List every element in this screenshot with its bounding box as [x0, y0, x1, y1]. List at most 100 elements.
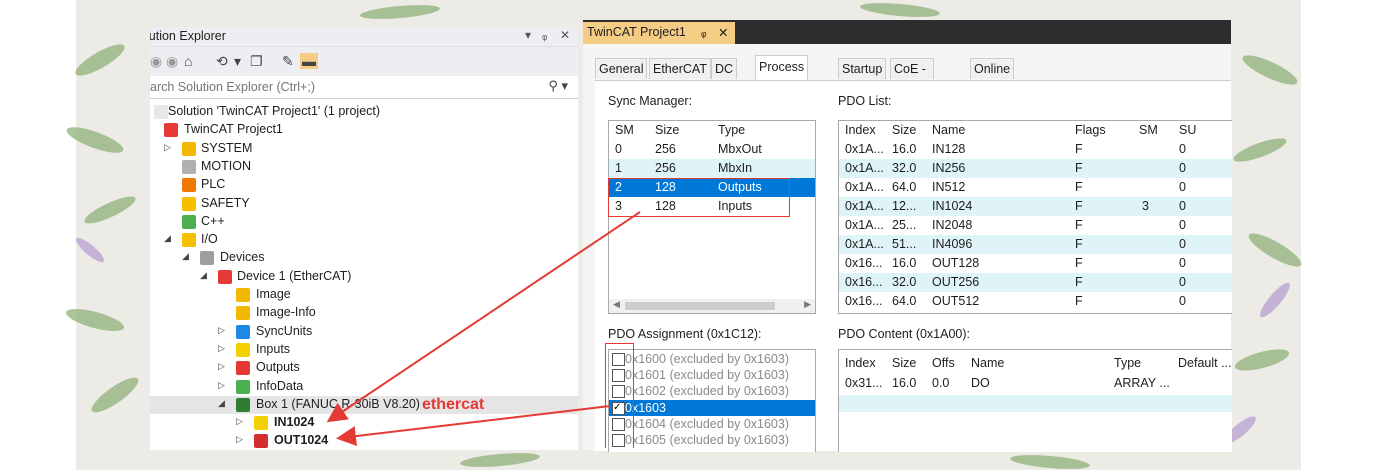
copy-icon[interactable]: ❐	[250, 53, 263, 70]
tree-item[interactable]: ▷ InfoData	[150, 378, 578, 396]
horizontal-scrollbar[interactable]: ◀ ▶	[609, 299, 815, 313]
cell: 0x16...	[845, 275, 883, 289]
table-row[interactable]: 0x16... 32.0 OUT256 F 0	[839, 273, 1232, 292]
tree-item[interactable]: ▷ SYSTEM	[150, 140, 578, 158]
expanded-arrow-icon[interactable]: ◢	[164, 233, 171, 244]
expanded-arrow-icon[interactable]: ◢	[182, 251, 189, 262]
table-row[interactable]: 1 256 MbxIn	[609, 159, 815, 178]
collapsed-arrow-icon[interactable]: ▷	[218, 325, 225, 336]
collapsed-arrow-icon[interactable]: ▷	[218, 361, 225, 372]
tree-item[interactable]: C++	[150, 213, 578, 231]
cell: F	[1075, 180, 1083, 194]
tree-item-label: Outputs	[256, 360, 300, 375]
motion-icon	[182, 159, 196, 174]
cell: 0	[1179, 199, 1186, 213]
cell: 0x1A...	[845, 218, 884, 232]
tab-coe-online[interactable]: CoE - Online	[890, 58, 935, 96]
scroll-thumb[interactable]	[625, 302, 775, 310]
cell: F	[1075, 199, 1083, 213]
tree-item[interactable]: ▷ OUT1024	[150, 432, 578, 450]
close-icon[interactable]: ✕	[718, 25, 728, 40]
search-input[interactable]	[150, 77, 542, 97]
cell: 0	[1179, 180, 1186, 194]
tab-dc[interactable]: DC	[711, 58, 738, 79]
cell: 0x31...	[845, 376, 883, 390]
table-row[interactable]: 0x16... 64.0 OUT512 F 0	[839, 292, 1232, 311]
pin-icon[interactable]: ᵩ	[701, 25, 707, 39]
table-row[interactable]: 0 256 MbxOut	[609, 140, 815, 159]
image-info-icon	[236, 306, 250, 321]
home-icon[interactable]: ⌂	[184, 53, 192, 69]
collapsed-arrow-icon[interactable]: ▷	[218, 380, 225, 391]
collapsed-arrow-icon[interactable]: ▷	[236, 416, 243, 427]
collapse-icon[interactable]: ▬	[300, 53, 318, 69]
tree-item[interactable]: ▷ IN1024	[150, 414, 578, 432]
cell: 64.0	[892, 294, 917, 308]
list-item[interactable]: 0x1602 (excluded by 0x1603)	[609, 383, 815, 399]
table-row[interactable]: 0x1A... 16.0 IN128 F 0	[839, 140, 1232, 159]
list-item[interactable]: ✓ 0x1603	[609, 399, 815, 416]
tab-startup[interactable]: Startup	[838, 58, 887, 79]
tree-item[interactable]: ◢ Devices	[150, 249, 578, 267]
table-row[interactable]: 0x1A... 12... IN1024 F 3 0	[839, 197, 1232, 216]
column-header: Default ...	[1178, 356, 1232, 370]
list-item[interactable]: 0x1604 (excluded by 0x1603)	[609, 416, 815, 432]
pin-icon[interactable]: ᵩ	[542, 28, 547, 42]
grid-header: SM Size Type	[609, 121, 815, 140]
tree-item[interactable]: Solution 'TwinCAT Project1' (1 project)	[150, 103, 578, 121]
tab-online[interactable]: Online	[970, 58, 1015, 79]
tree-item[interactable]: ▷ Inputs	[150, 341, 578, 359]
tree-item[interactable]: ◢ Box 1 (FANUC R-30iB V8.20)	[150, 395, 578, 414]
list-item-label: 0x1605 (excluded by 0x1603)	[625, 433, 790, 447]
tree-item[interactable]: Image-Info	[150, 304, 578, 322]
tree-item[interactable]: ◢ Device 1 (EtherCAT)	[150, 268, 578, 286]
collapsed-arrow-icon[interactable]: ▷	[236, 434, 243, 445]
cell: 0	[1179, 142, 1186, 156]
table-row[interactable]: 0x1A... 64.0 IN512 F 0	[839, 178, 1232, 197]
list-item[interactable]: 0x1600 (excluded by 0x1603)	[609, 351, 815, 367]
list-item[interactable]: 0x1601 (excluded by 0x1603)	[609, 367, 815, 383]
tab-process-data[interactable]: Process Data	[755, 55, 809, 96]
tree-item[interactable]: ▷ SyncUnits	[150, 323, 578, 341]
table-row[interactable]: 0x1A... 32.0 IN256 F 0	[839, 159, 1232, 178]
expanded-arrow-icon[interactable]: ◢	[200, 270, 207, 281]
tree-item[interactable]: TwinCAT Project1	[150, 121, 578, 139]
list-item[interactable]: 0x1605 (excluded by 0x1603)	[609, 432, 815, 448]
pdo-assignment-list: 0x1600 (excluded by 0x1603) 0x1601 (exclu…	[608, 349, 816, 452]
tree-item[interactable]: PLC	[150, 176, 578, 194]
cell: 16.0	[892, 142, 917, 156]
solution-explorer-toolbar: ◉ ◉ ⌂ ⟲ ▾ ❐ ✎ ▬	[150, 46, 578, 77]
cpp-icon	[182, 214, 196, 229]
back-icon[interactable]: ◉	[150, 53, 162, 70]
table-row-empty	[839, 395, 1232, 412]
list-item-label: 0x1600 (excluded by 0x1603)	[625, 352, 790, 366]
tab-general[interactable]: General	[595, 58, 648, 79]
tree-item[interactable]: SAFETY	[150, 195, 578, 213]
table-row[interactable]: 0x31... 16.0 0.0 DO ARRAY ...	[839, 374, 1232, 393]
tree-item[interactable]: ▷ Outputs	[150, 359, 578, 377]
table-row[interactable]: 0x1A... 25... IN2048 F 0	[839, 216, 1232, 235]
expanded-arrow-icon[interactable]: ◢	[218, 398, 225, 409]
scroll-right-icon[interactable]: ▶	[804, 299, 811, 310]
history-icon[interactable]: ⟲	[216, 53, 228, 70]
collapsed-arrow-icon[interactable]: ▷	[164, 142, 171, 153]
chevron-down-icon[interactable]: ▾	[234, 53, 241, 70]
tree-item-label: IN1024	[274, 415, 315, 430]
tab-ethercat[interactable]: EtherCAT	[649, 58, 711, 79]
close-icon[interactable]: ✕	[560, 28, 570, 42]
cell: 12...	[892, 199, 917, 213]
cell: 0x16...	[845, 256, 883, 270]
table-row[interactable]: 0x1A... 51... IN4096 F 0	[839, 235, 1232, 254]
scroll-left-icon[interactable]: ◀	[613, 299, 620, 310]
search-icon[interactable]: ⚲ ▾	[548, 78, 568, 94]
devices-icon	[200, 251, 214, 266]
tree-item[interactable]: ◢ I/O	[150, 231, 578, 249]
tree-item[interactable]: Image	[150, 286, 578, 304]
tree-item[interactable]: MOTION	[150, 158, 578, 176]
table-row[interactable]: 0x16... 16.0 OUT128 F 0	[839, 254, 1232, 273]
wrench-icon[interactable]: ✎	[282, 53, 294, 70]
forward-icon[interactable]: ◉	[166, 53, 178, 70]
collapsed-arrow-icon[interactable]: ▷	[218, 343, 225, 354]
dropdown-icon[interactable]: ▾	[525, 28, 531, 42]
tab-twincat-project1[interactable]: TwinCAT Project1 ᵩ ✕	[583, 22, 735, 44]
